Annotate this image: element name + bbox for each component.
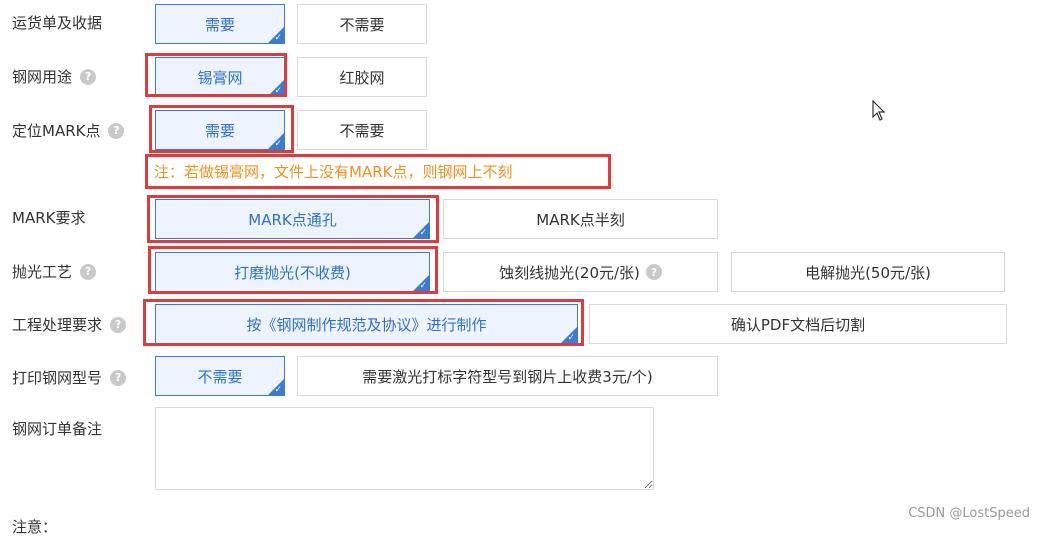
option-print-laser[interactable]: 需要激光打标字符型号到钢片上收费3元/个) bbox=[297, 356, 718, 396]
option-solder-paste[interactable]: 锡膏网 ✓ bbox=[155, 57, 285, 97]
mouse-cursor-icon bbox=[872, 100, 886, 121]
label-remark: 钢网订单备注 bbox=[12, 420, 103, 438]
label-delivery: 运货单及收据 bbox=[12, 14, 103, 32]
option-print-not-need[interactable]: 不需要 ✓ bbox=[155, 356, 285, 396]
label-attention: 注意： bbox=[12, 518, 58, 536]
option-red-glue[interactable]: 红胶网 bbox=[297, 57, 427, 97]
option-delivery-not-need[interactable]: 不需要 bbox=[297, 4, 427, 44]
help-icon[interactable]: ? bbox=[80, 68, 97, 85]
label-mark-requirement: MARK要求 bbox=[12, 209, 86, 227]
option-mark-through-hole[interactable]: MARK点通孔 ✓ bbox=[155, 199, 430, 239]
check-icon: ✓ bbox=[419, 228, 427, 238]
watermark: CSDN @LostSpeed bbox=[908, 506, 1030, 521]
label-mark-position: 定位MARK点? bbox=[12, 120, 125, 141]
option-etch-line-polish[interactable]: 蚀刻线抛光(20元/张)? bbox=[443, 252, 718, 292]
label-polish: 抛光工艺? bbox=[12, 261, 97, 282]
check-icon: ✓ bbox=[567, 333, 575, 343]
option-electro-polish[interactable]: 电解抛光(50元/张) bbox=[731, 252, 1005, 292]
check-icon: ✓ bbox=[274, 33, 282, 43]
help-icon[interactable]: ? bbox=[110, 369, 127, 386]
label-print-model: 打印钢网型号? bbox=[12, 367, 127, 388]
option-process-confirm-pdf[interactable]: 确认PDF文档后切割 bbox=[589, 304, 1007, 344]
label-usage: 钢网用途? bbox=[12, 66, 97, 87]
remark-textarea[interactable] bbox=[155, 407, 654, 490]
option-mark-need[interactable]: 需要 ✓ bbox=[155, 110, 285, 150]
check-icon: ✓ bbox=[274, 86, 282, 96]
option-process-by-spec[interactable]: 按《钢网制作规范及协议》进行制作 ✓ bbox=[155, 304, 578, 344]
help-icon[interactable]: ? bbox=[110, 316, 127, 333]
option-grind-polish[interactable]: 打磨抛光(不收费) ✓ bbox=[155, 252, 430, 292]
option-mark-half-etch[interactable]: MARK点半刻 bbox=[443, 199, 718, 239]
mark-note: 注：若做锡膏网，文件上没有MARK点，则钢网上不刻 bbox=[154, 163, 513, 181]
help-icon[interactable]: ? bbox=[645, 264, 662, 280]
check-icon: ✓ bbox=[419, 281, 427, 291]
option-mark-not-need[interactable]: 不需要 bbox=[297, 110, 427, 150]
help-icon[interactable]: ? bbox=[108, 122, 125, 139]
check-icon: ✓ bbox=[274, 385, 282, 395]
option-delivery-need[interactable]: 需要 ✓ bbox=[155, 4, 285, 44]
help-icon[interactable]: ? bbox=[80, 263, 97, 280]
label-process: 工程处理要求? bbox=[12, 314, 127, 335]
check-icon: ✓ bbox=[274, 139, 282, 149]
